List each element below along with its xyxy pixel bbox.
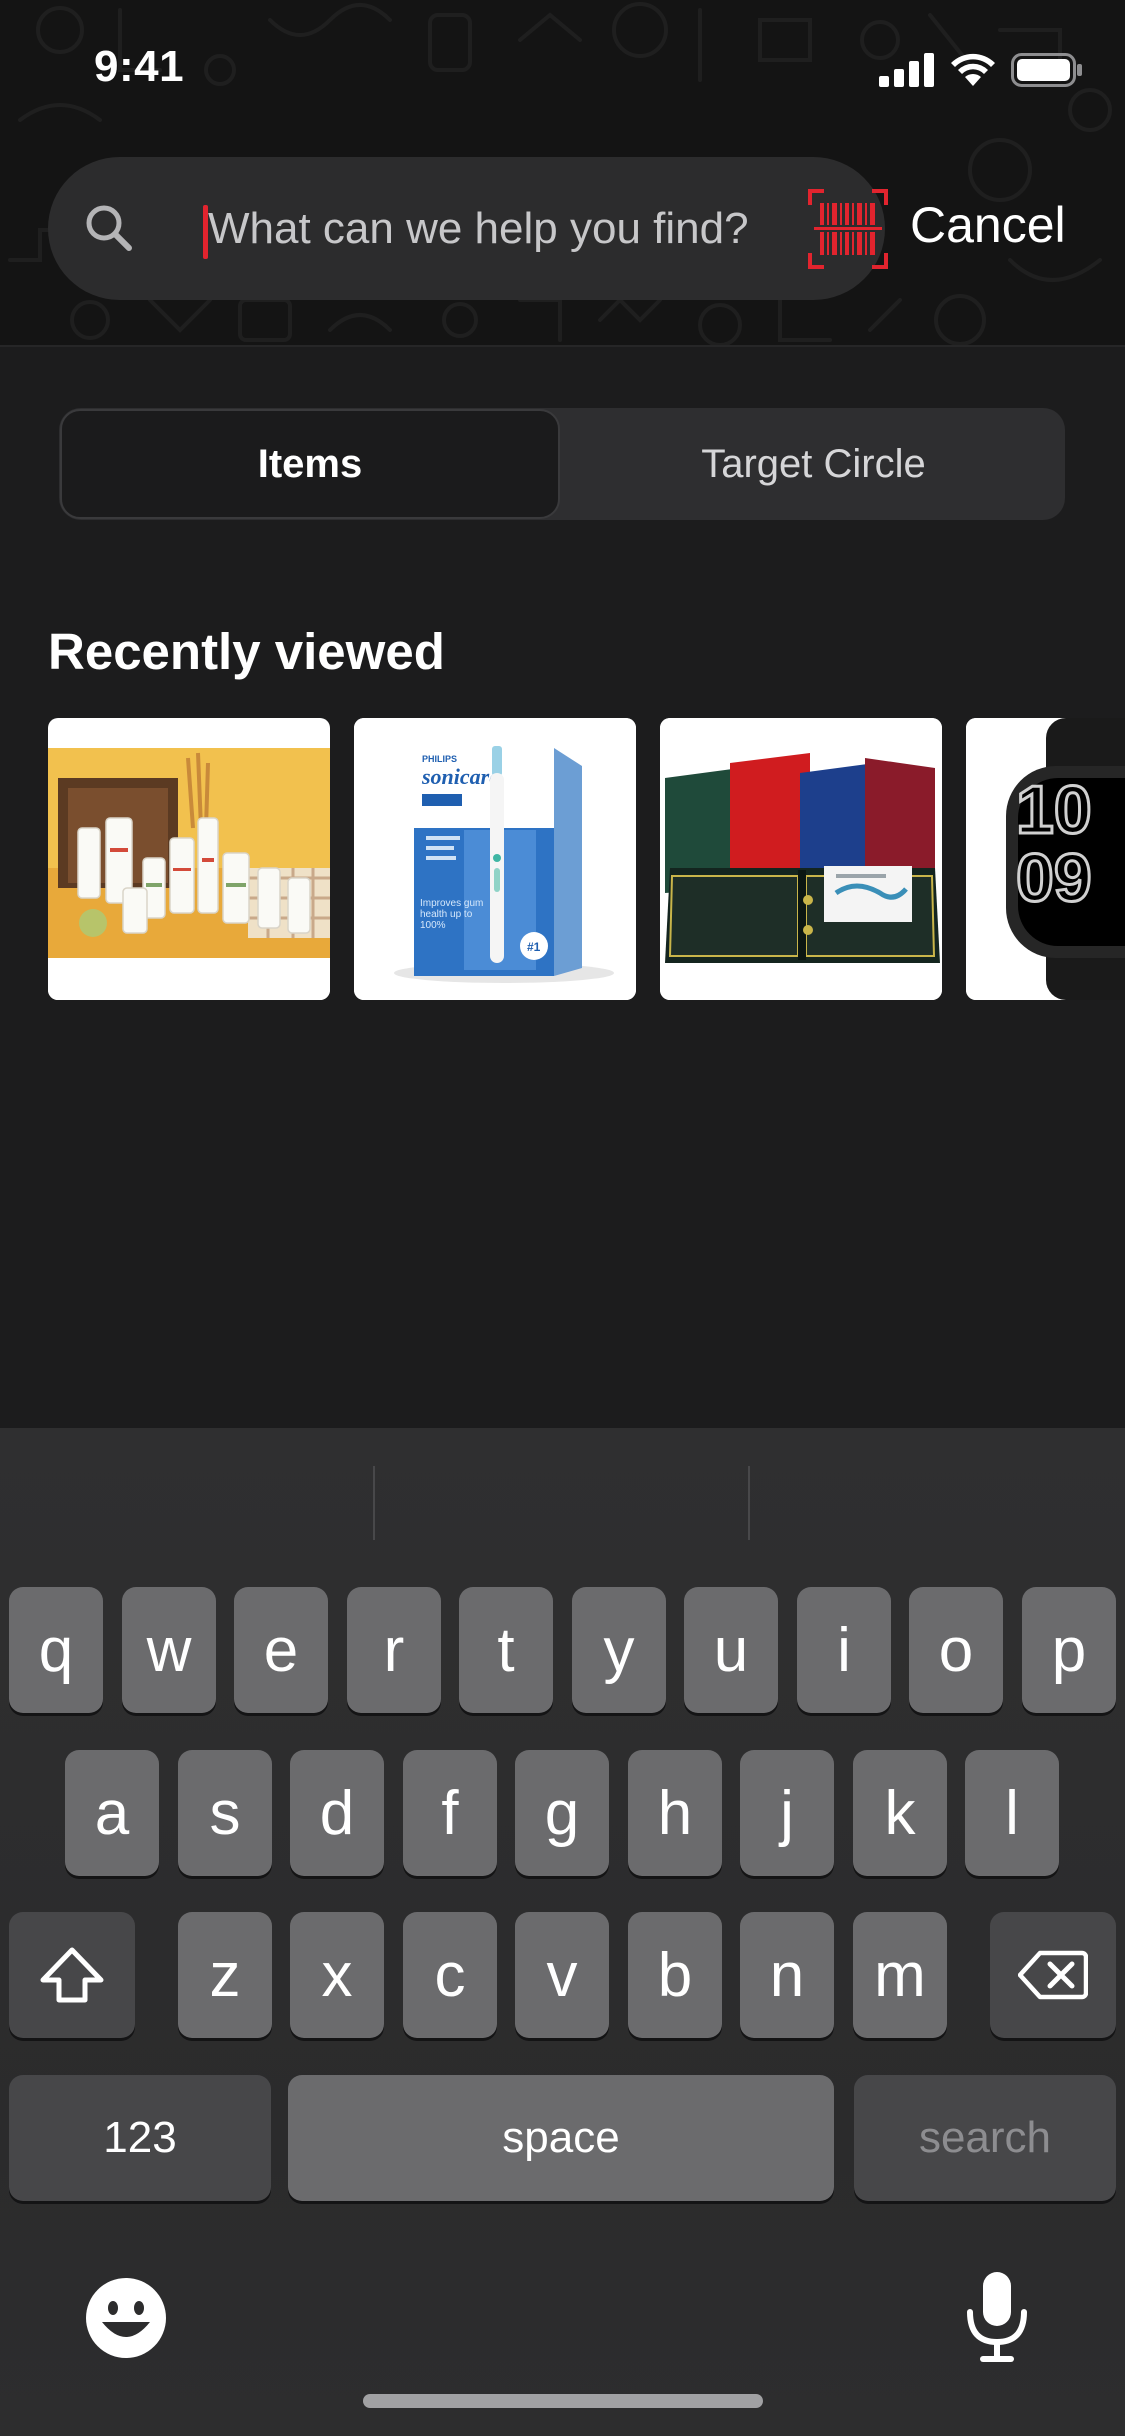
sonicare-toothbrush-image: PHILIPS sonicare Improves gum health up … (354, 718, 636, 1000)
space-key[interactable]: space (288, 2075, 834, 2201)
search-scope-tabs: Items Target Circle (59, 408, 1065, 520)
key-k[interactable]: k (853, 1750, 947, 1876)
key-m[interactable]: m (853, 1912, 947, 2038)
emoji-icon[interactable] (84, 2276, 168, 2360)
smartwatch-image: 10 09 (966, 718, 1125, 1000)
shift-arrow-icon (40, 1947, 104, 2003)
key-h[interactable]: h (628, 1750, 722, 1876)
hair-care-products-image (48, 748, 330, 1000)
svg-text:#1: #1 (527, 940, 541, 954)
recently-viewed-list: PHILIPS sonicare Improves gum health up … (48, 718, 1125, 1000)
home-indicator[interactable] (363, 2394, 763, 2408)
key-s[interactable]: s (178, 1750, 272, 1876)
key-l[interactable]: l (965, 1750, 1059, 1876)
on-screen-keyboard: q w e r t y u i o p a s d f g h j k l z … (0, 1428, 1125, 2436)
key-w[interactable]: w (122, 1587, 216, 1713)
box-product-text: sonicare (421, 764, 499, 789)
key-v[interactable]: v (515, 1912, 609, 2038)
tab-items[interactable]: Items (60, 409, 560, 519)
recently-viewed-item[interactable]: PHILIPS sonicare Improves gum health up … (354, 718, 636, 1000)
cellular-signal-icon (879, 53, 934, 87)
search-input[interactable] (208, 187, 768, 271)
prediction-divider (748, 1466, 750, 1540)
tab-target-circle[interactable]: Target Circle (562, 408, 1065, 520)
battery-icon (1011, 53, 1082, 87)
key-z[interactable]: z (178, 1912, 272, 2038)
search-bar[interactable] (48, 157, 888, 300)
key-a[interactable]: a (65, 1750, 159, 1876)
search-key[interactable]: search (854, 2075, 1116, 2201)
key-x[interactable]: x (290, 1912, 384, 2038)
key-j[interactable]: j (740, 1750, 834, 1876)
recently-viewed-item[interactable] (48, 718, 330, 1000)
recently-viewed-item[interactable] (660, 718, 942, 1000)
box-brand-text: PHILIPS (422, 754, 457, 764)
status-time: 9:41 (94, 42, 185, 91)
search-header: 9:41 What can we help you find? Cancel (0, 0, 1125, 347)
key-q[interactable]: q (9, 1587, 103, 1713)
presentation-binders-image (660, 718, 942, 1000)
key-u[interactable]: u (684, 1587, 778, 1713)
search-icon (86, 205, 132, 251)
recently-viewed-title: Recently viewed (48, 623, 445, 680)
key-e[interactable]: e (234, 1587, 328, 1713)
box-claim-text: Improves gum health up to 100% (420, 898, 484, 931)
status-bar: 9:41 (0, 0, 1125, 140)
shift-key[interactable] (9, 1912, 135, 2038)
backspace-icon (1018, 1950, 1088, 2000)
key-r[interactable]: r (347, 1587, 441, 1713)
recently-viewed-item[interactable]: 10 09 (966, 718, 1125, 1000)
key-g[interactable]: g (515, 1750, 609, 1876)
key-f[interactable]: f (403, 1750, 497, 1876)
cancel-button[interactable]: Cancel (910, 196, 1066, 254)
key-i[interactable]: i (797, 1587, 891, 1713)
microphone-icon[interactable] (962, 2270, 1032, 2366)
prediction-divider (373, 1466, 375, 1540)
barcode-scanner-icon[interactable] (808, 189, 888, 269)
key-y[interactable]: y (572, 1587, 666, 1713)
numbers-key[interactable]: 123 (9, 2075, 271, 2201)
key-n[interactable]: n (740, 1912, 834, 2038)
key-b[interactable]: b (628, 1912, 722, 2038)
wifi-icon (951, 53, 995, 86)
key-t[interactable]: t (459, 1587, 553, 1713)
delete-key[interactable] (990, 1912, 1116, 2038)
status-icons (879, 52, 1083, 88)
key-d[interactable]: d (290, 1750, 384, 1876)
key-o[interactable]: o (909, 1587, 1003, 1713)
watch-face-text: 10 09 (1015, 776, 1094, 916)
key-c[interactable]: c (403, 1912, 497, 2038)
key-p[interactable]: p (1022, 1587, 1116, 1713)
